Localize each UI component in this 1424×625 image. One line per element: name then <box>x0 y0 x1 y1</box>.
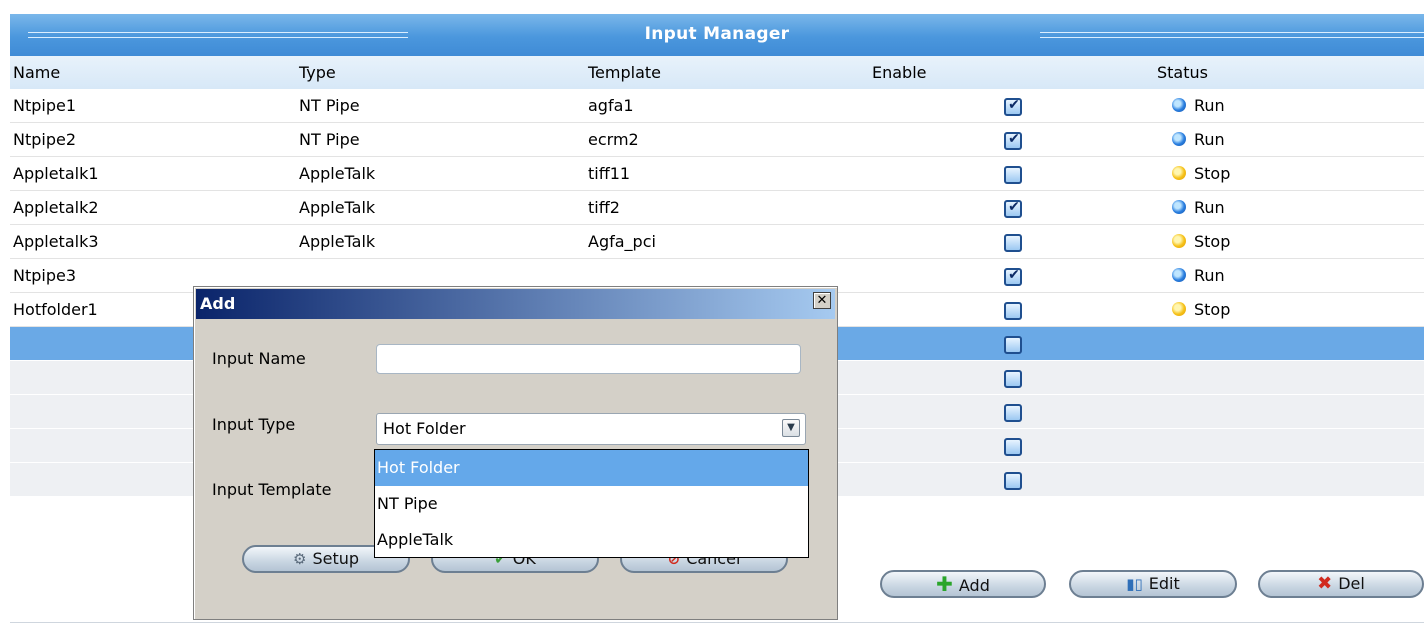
dropdown-option-appletalk[interactable]: AppleTalk <box>375 522 808 558</box>
cell-template: tiff2 <box>588 198 620 217</box>
status-indicator: Stop <box>1172 157 1230 191</box>
cell-name: Appletalk2 <box>13 198 99 217</box>
cell-name: Appletalk1 <box>13 164 99 183</box>
cell-name: Appletalk3 <box>13 232 99 251</box>
column-header-name[interactable]: Name <box>13 56 60 89</box>
cell-template: tiff11 <box>588 164 631 183</box>
enable-checkbox[interactable] <box>1004 438 1022 456</box>
table-row[interactable]: Appletalk3 AppleTalk Agfa_pci Stop <box>10 225 1424 259</box>
cell-template: ecrm2 <box>588 130 639 149</box>
dialog-title: Add <box>200 294 236 313</box>
table-row[interactable]: Appletalk1 AppleTalk tiff11 Stop <box>10 157 1424 191</box>
table-row[interactable]: Ntpipe1 NT Pipe agfa1 ✔ Run <box>10 89 1424 123</box>
status-text: Run <box>1194 130 1225 149</box>
status-text: Run <box>1194 96 1225 115</box>
title-decoration-right <box>1040 32 1424 38</box>
add-button-label: Add <box>958 576 990 595</box>
dropdown-option-nt-pipe[interactable]: NT Pipe <box>375 486 808 522</box>
delete-button[interactable]: ✖ Del <box>1258 570 1424 598</box>
dialog-title-bar: Add <box>196 289 835 319</box>
status-run-icon <box>1172 131 1186 146</box>
input-name-field[interactable] <box>376 344 801 374</box>
column-header-status[interactable]: Status <box>1157 56 1208 89</box>
column-header-type[interactable]: Type <box>299 56 336 89</box>
enable-checkbox[interactable] <box>1004 234 1022 252</box>
table-row[interactable]: Appletalk2 AppleTalk tiff2 ✔ Run <box>10 191 1424 225</box>
status-indicator: Run <box>1172 89 1225 123</box>
status-stop-icon <box>1172 301 1186 316</box>
status-indicator: Run <box>1172 191 1225 225</box>
input-name-label: Input Name <box>212 349 306 368</box>
dropdown-option-hot-folder[interactable]: Hot Folder <box>375 450 808 486</box>
enable-checkbox-checked[interactable]: ✔ <box>1004 199 1022 218</box>
input-type-select[interactable]: Hot Folder ▼ <box>376 413 806 445</box>
status-indicator: Run <box>1172 259 1225 293</box>
cell-name: Ntpipe3 <box>13 266 77 285</box>
status-indicator: Stop <box>1172 225 1230 259</box>
check-mark-icon: ✔ <box>1008 97 1020 113</box>
cell-name: Ntpipe2 <box>13 130 77 149</box>
enable-checkbox[interactable] <box>1004 370 1022 388</box>
status-text: Run <box>1194 198 1225 217</box>
cell-type: AppleTalk <box>299 198 376 217</box>
delete-button-label: Del <box>1338 574 1365 593</box>
window-title-bar: Input Manager <box>10 14 1424 56</box>
gear-icon: ⚙ <box>292 550 307 568</box>
edit-button-label: Edit <box>1148 574 1180 593</box>
enable-checkbox[interactable] <box>1004 404 1022 422</box>
enable-checkbox[interactable] <box>1004 166 1022 184</box>
enable-checkbox-checked[interactable]: ✔ <box>1004 97 1022 116</box>
close-icon[interactable]: ✕ <box>813 292 831 309</box>
status-text: Stop <box>1194 232 1231 251</box>
status-stop-icon <box>1172 233 1186 248</box>
status-text: Stop <box>1194 300 1231 319</box>
status-run-icon <box>1172 199 1186 214</box>
check-mark-icon: ✔ <box>1008 199 1020 215</box>
plus-icon: ✚ <box>936 572 953 596</box>
input-template-label: Input Template <box>212 480 332 499</box>
edit-button[interactable]: ▮▯ Edit <box>1069 570 1237 598</box>
input-type-label: Input Type <box>212 415 296 434</box>
chevron-down-icon[interactable]: ▼ <box>782 419 800 437</box>
table-header: Name Type Template Enable Status <box>10 56 1424 89</box>
cell-type: AppleTalk <box>299 232 376 251</box>
enable-checkbox[interactable] <box>1004 336 1022 354</box>
cell-type: AppleTalk <box>299 164 376 183</box>
enable-checkbox[interactable] <box>1004 472 1022 490</box>
cell-template: agfa1 <box>588 96 634 115</box>
input-type-value: Hot Folder <box>383 419 466 438</box>
status-stop-icon <box>1172 165 1186 180</box>
column-header-template[interactable]: Template <box>588 56 661 89</box>
table-row[interactable]: Ntpipe2 NT Pipe ecrm2 ✔ Run <box>10 123 1424 157</box>
status-text: Run <box>1194 266 1225 285</box>
setup-button-label: Setup <box>312 549 360 568</box>
check-mark-icon: ✔ <box>1008 267 1020 283</box>
cell-type: NT Pipe <box>299 96 360 115</box>
input-type-dropdown-list: Hot Folder NT Pipe AppleTalk <box>374 449 809 558</box>
add-button[interactable]: ✚ Add <box>880 570 1046 598</box>
cell-name: Ntpipe1 <box>13 96 77 115</box>
table-bottom-divider <box>10 622 1424 623</box>
cell-type: NT Pipe <box>299 130 360 149</box>
status-text: Stop <box>1194 164 1231 183</box>
enable-checkbox-checked[interactable]: ✔ <box>1004 131 1022 150</box>
enable-checkbox-checked[interactable]: ✔ <box>1004 267 1022 286</box>
cell-name: Hotfolder1 <box>13 300 98 319</box>
status-run-icon <box>1172 267 1186 282</box>
status-indicator: Run <box>1172 123 1225 157</box>
delete-icon: ✖ <box>1317 573 1333 594</box>
status-run-icon <box>1172 97 1186 112</box>
check-mark-icon: ✔ <box>1008 131 1020 147</box>
status-indicator: Stop <box>1172 293 1230 327</box>
cell-template: Agfa_pci <box>588 232 656 251</box>
column-header-enable[interactable]: Enable <box>872 56 927 89</box>
edit-icon: ▮▯ <box>1126 575 1143 593</box>
enable-checkbox[interactable] <box>1004 302 1022 320</box>
